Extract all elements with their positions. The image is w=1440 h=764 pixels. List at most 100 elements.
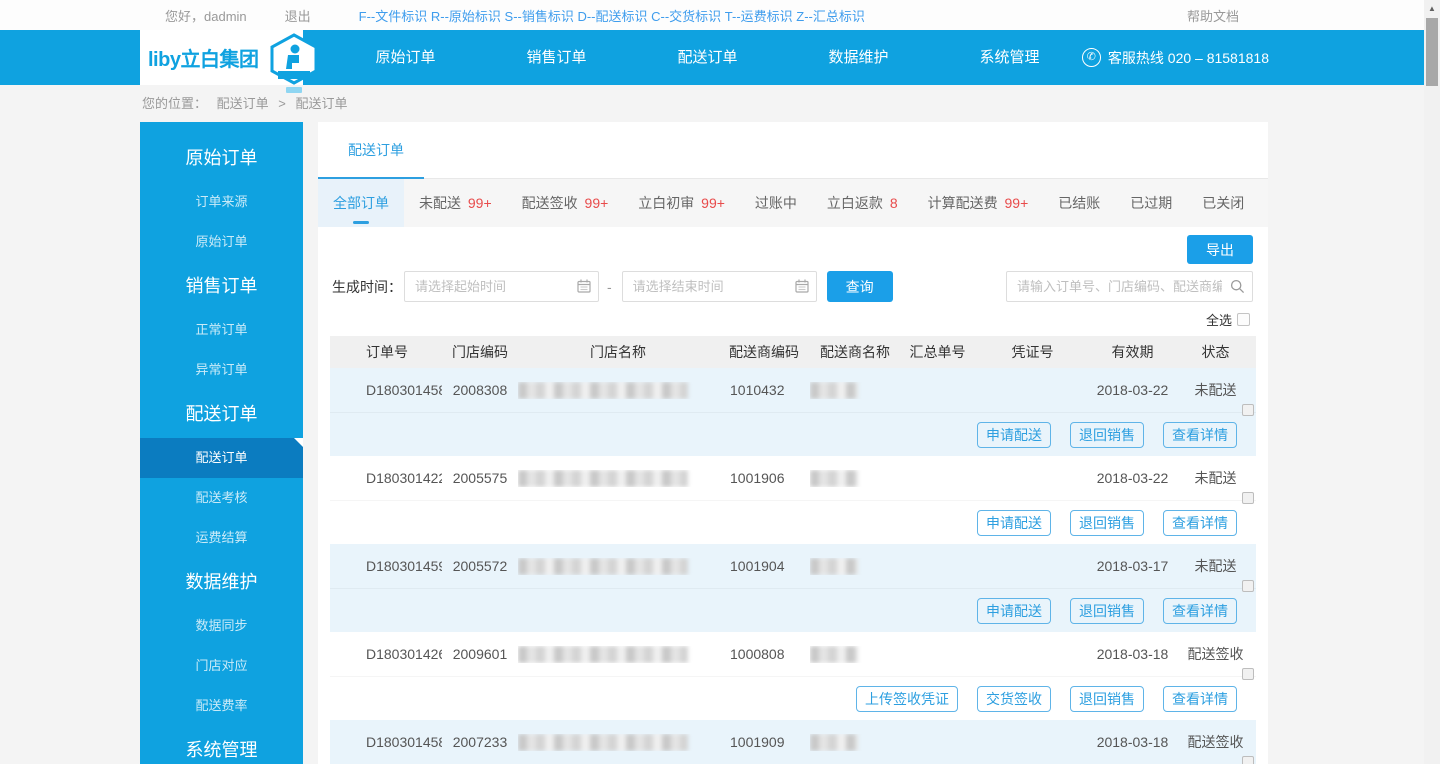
sidebar-section-title[interactable]: 配送订单 xyxy=(140,390,303,438)
filter-row: 生成时间： - 查询 xyxy=(318,271,1268,302)
select-all-label: 全选 xyxy=(1205,312,1232,328)
row-checkbox[interactable] xyxy=(1242,404,1254,416)
export-row: 导出 xyxy=(318,227,1268,271)
subtab-count-badge: 8 xyxy=(889,195,898,211)
order-data-line: D1803014580 2007233 1001909 xyxy=(330,720,1256,764)
code-legend: F--文件标识 R--原始标识 S--销售标识 D--配送标识 C--交货标识 … xyxy=(358,8,865,24)
sidebar-section-title[interactable]: 数据维护 xyxy=(140,558,303,606)
row-checkbox[interactable] xyxy=(1242,668,1254,680)
nav-item[interactable]: 系统管理 xyxy=(934,30,1085,85)
sidebar-item[interactable]: 数据同步 xyxy=(140,606,303,646)
subtab[interactable]: 配送签收 99+ xyxy=(507,179,624,227)
breadcrumb-item[interactable]: 配送订单 xyxy=(217,96,269,111)
row-action-button[interactable]: 退回销售 xyxy=(1070,509,1144,536)
content-panel: 配送订单 全部订单 未配送 99+ 配送签收 99+ 立白初审 99+ 过账中 … xyxy=(318,122,1268,764)
sidebar-item[interactable]: 异常订单 xyxy=(140,350,303,390)
store-name-redacted xyxy=(518,381,718,399)
status-cell: 未配送 xyxy=(1194,382,1237,398)
dist-name-cell xyxy=(810,645,900,663)
valid-date-cell: 2018-03-22 xyxy=(1096,470,1169,486)
sidebar-item[interactable]: 配送费率 xyxy=(140,686,303,726)
logo[interactable]: liby立白集团 xyxy=(140,30,318,93)
subtab-label: 立白初审 xyxy=(638,195,695,211)
row-action-button[interactable]: 退回销售 xyxy=(1070,685,1144,712)
row-action-button[interactable]: 交货签收 xyxy=(977,685,1051,712)
query-button[interactable]: 查询 xyxy=(826,271,893,302)
subtab-count-badge: 99+ xyxy=(584,195,609,211)
col-header-store-name: 门店名称 xyxy=(590,344,646,360)
row-action-button[interactable]: 上传签收凭证 xyxy=(856,685,958,712)
start-date-input[interactable] xyxy=(404,271,599,302)
scrollbar-up-arrow-icon[interactable]: ▲ xyxy=(1424,0,1440,17)
subtab[interactable]: 立白初审 99+ xyxy=(623,179,740,227)
calendar-icon[interactable] xyxy=(577,279,591,293)
subtab[interactable]: 已结账 xyxy=(1043,179,1115,227)
hotline-text: 客服热线 020 – 81581818 xyxy=(1107,49,1269,66)
dist-name-redacted xyxy=(810,557,900,575)
dist-name-cell xyxy=(810,733,900,751)
row-action-button[interactable]: 退回销售 xyxy=(1070,597,1144,624)
sidebar-item[interactable]: 门店对应 xyxy=(140,646,303,686)
nav-item[interactable]: 数据维护 xyxy=(783,30,934,85)
subtab[interactable]: 过账中 xyxy=(740,179,812,227)
nav-item[interactable]: 销售订单 xyxy=(481,30,632,85)
subtab[interactable]: 未配送 99+ xyxy=(404,179,507,227)
search-icon[interactable] xyxy=(1230,279,1245,294)
order-no-cell: D1803014587 xyxy=(366,382,442,398)
row-action-button[interactable]: 查看详情 xyxy=(1163,685,1237,712)
subtab-label: 已结账 xyxy=(1058,195,1101,211)
scrollbar-thumb[interactable] xyxy=(1426,18,1438,86)
end-date-input[interactable] xyxy=(621,271,817,302)
subtab[interactable]: 已关闭 xyxy=(1187,179,1259,227)
calendar-icon[interactable] xyxy=(795,279,809,293)
subtab[interactable]: 全部订单 xyxy=(318,179,404,227)
page-scrollbar[interactable]: ▲ xyxy=(1424,0,1440,764)
sidebar-item[interactable]: 运费结算 xyxy=(140,518,303,558)
nav-item[interactable]: 原始订单 xyxy=(330,30,481,85)
order-no-cell: D1803014266 xyxy=(366,646,442,662)
store-name-cell xyxy=(518,469,718,487)
store-name-redacted xyxy=(518,557,718,575)
hotline: ✆ 客服热线 020 – 81581818 xyxy=(1081,30,1269,85)
sidebar-item[interactable]: 配送订单 xyxy=(140,438,303,478)
help-doc-link[interactable]: 帮助文档 xyxy=(1187,6,1239,25)
sidebar-item[interactable]: 原始订单 xyxy=(140,222,303,262)
subtab[interactable]: 立白返款 8 xyxy=(812,179,913,227)
row-checkbox[interactable] xyxy=(1242,756,1254,764)
sidebar-item[interactable]: 正常订单 xyxy=(140,310,303,350)
row-action-button[interactable]: 申请配送 xyxy=(977,597,1051,624)
order-actions-line: 申请配送 退回销售 查看详情 xyxy=(330,588,1256,632)
table-row: D1803014587 2008308 1010432 xyxy=(330,368,1256,456)
subtab[interactable]: 已过期 xyxy=(1115,179,1187,227)
store-code-cell: 2009601 xyxy=(452,646,508,662)
sidebar-section-title[interactable]: 原始订单 xyxy=(140,134,303,182)
row-checkbox[interactable] xyxy=(1242,580,1254,592)
sidebar-item[interactable]: 配送考核 xyxy=(140,478,303,518)
row-action-button[interactable]: 退回销售 xyxy=(1070,421,1144,448)
nav-item[interactable]: 配送订单 xyxy=(632,30,783,85)
logout-link[interactable]: 退出 xyxy=(285,6,311,25)
sidebar-item[interactable]: 订单来源 xyxy=(140,182,303,222)
row-action-button[interactable]: 查看详情 xyxy=(1163,421,1237,448)
row-action-button[interactable]: 申请配送 xyxy=(977,509,1051,536)
row-action-button[interactable]: 查看详情 xyxy=(1163,509,1237,536)
logo-text: liby立白集团 xyxy=(148,49,259,71)
phone-icon: ✆ xyxy=(1081,48,1101,67)
order-data-line: D1803014266 2009601 1000808 xyxy=(330,632,1256,680)
store-code-cell: 2007233 xyxy=(452,734,508,750)
col-header-dist-name: 配送商名称 xyxy=(820,344,890,360)
subtab-label: 已过期 xyxy=(1130,195,1173,211)
tab-delivery-orders[interactable]: 配送订单 xyxy=(318,122,424,179)
sidebar-section-title[interactable]: 销售订单 xyxy=(140,262,303,310)
row-action-button[interactable]: 查看详情 xyxy=(1163,597,1237,624)
valid-date-cell: 2018-03-18 xyxy=(1096,646,1169,662)
sidebar-section-title[interactable]: 系统管理 xyxy=(140,726,303,764)
search-input[interactable] xyxy=(1006,271,1253,302)
col-header-status: 状态 xyxy=(1201,344,1230,360)
row-checkbox[interactable] xyxy=(1242,492,1254,504)
select-all-checkbox[interactable] xyxy=(1237,312,1250,326)
row-action-button[interactable]: 申请配送 xyxy=(977,421,1051,448)
order-no-cell: D1803014593 xyxy=(366,558,442,574)
subtab[interactable]: 计算配送费 99+ xyxy=(913,179,1044,227)
export-button[interactable]: 导出 xyxy=(1187,235,1253,264)
